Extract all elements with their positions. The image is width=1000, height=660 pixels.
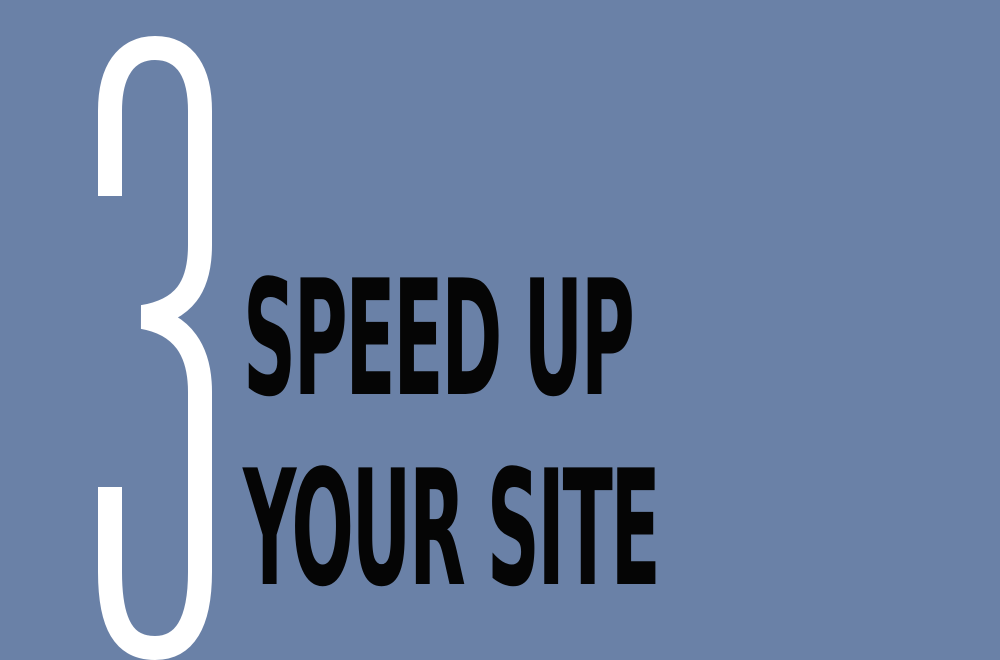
chapter-number-glyph <box>98 36 212 660</box>
chapter-title-line-1: SPEED UP <box>243 245 635 433</box>
chapter-title-line-2: YOUR SITE <box>243 435 661 623</box>
chapter-title: SPEED UP YOUR SITE <box>243 245 661 619</box>
chapter-number: 3 <box>96 36 214 660</box>
chapter-number-stroke <box>98 36 212 660</box>
chapter-cover: 3 SPEED UP YOUR SITE <box>0 0 1000 660</box>
